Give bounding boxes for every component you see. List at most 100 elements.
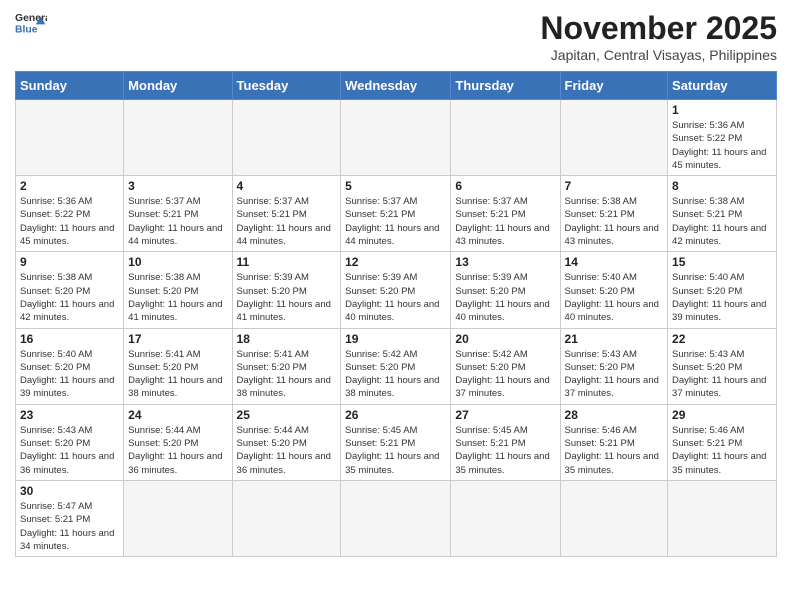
logo: General Blue <box>15 10 47 38</box>
calendar-cell <box>451 100 560 176</box>
calendar-cell: 21 Sunrise: 5:43 AMSunset: 5:20 PMDayligh… <box>560 328 668 404</box>
month-title: November 2025 <box>540 10 777 47</box>
calendar-cell: 11 Sunrise: 5:39 AMSunset: 5:20 PMDayligh… <box>232 252 341 328</box>
calendar-cell: 22 Sunrise: 5:43 AMSunset: 5:20 PMDayligh… <box>668 328 777 404</box>
day-info: Sunrise: 5:41 AMSunset: 5:20 PMDaylight:… <box>128 348 227 401</box>
calendar-week-1: 1Sunrise: 5:36 AMSunset: 5:22 PMDaylight… <box>16 100 777 176</box>
calendar-week-2: 2 Sunrise: 5:36 AMSunset: 5:22 PMDaylight… <box>16 176 777 252</box>
day-info: Sunrise: 5:46 AMSunset: 5:21 PMDaylight:… <box>565 424 664 477</box>
weekday-header-sunday: Sunday <box>16 72 124 100</box>
day-number: 24 <box>128 408 227 422</box>
day-number: 20 <box>455 332 555 346</box>
calendar-cell: 5Sunrise: 5:37 AMSunset: 5:21 PMDaylight… <box>341 176 451 252</box>
day-number: 16 <box>20 332 119 346</box>
day-number: 30 <box>20 484 119 498</box>
calendar-cell: 2 Sunrise: 5:36 AMSunset: 5:22 PMDaylight… <box>16 176 124 252</box>
day-number: 12 <box>345 255 446 269</box>
day-info: Sunrise: 5:40 AMSunset: 5:20 PMDaylight:… <box>672 271 772 324</box>
day-number: 17 <box>128 332 227 346</box>
day-info: Sunrise: 5:44 AMSunset: 5:20 PMDaylight:… <box>237 424 337 477</box>
calendar-week-3: 9 Sunrise: 5:38 AMSunset: 5:20 PMDaylight… <box>16 252 777 328</box>
calendar-cell: 25 Sunrise: 5:44 AMSunset: 5:20 PMDayligh… <box>232 404 341 480</box>
day-info: Sunrise: 5:36 AMSunset: 5:22 PMDaylight:… <box>20 195 119 248</box>
weekday-header-row: SundayMondayTuesdayWednesdayThursdayFrid… <box>16 72 777 100</box>
title-block: November 2025 Japitan, Central Visayas, … <box>540 10 777 63</box>
day-info: Sunrise: 5:38 AMSunset: 5:20 PMDaylight:… <box>20 271 119 324</box>
calendar-cell <box>16 100 124 176</box>
calendar-cell: 27 Sunrise: 5:45 AMSunset: 5:21 PMDayligh… <box>451 404 560 480</box>
calendar-week-5: 23Sunrise: 5:43 AMSunset: 5:20 PMDayligh… <box>16 404 777 480</box>
day-info: Sunrise: 5:43 AMSunset: 5:20 PMDaylight:… <box>20 424 119 477</box>
calendar-cell: 19 Sunrise: 5:42 AMSunset: 5:20 PMDayligh… <box>341 328 451 404</box>
svg-text:Blue: Blue <box>15 24 38 35</box>
day-number: 2 <box>20 179 119 193</box>
weekday-header-friday: Friday <box>560 72 668 100</box>
calendar-week-6: 30 Sunrise: 5:47 AMSunset: 5:21 PMDayligh… <box>16 480 777 556</box>
day-info: Sunrise: 5:38 AMSunset: 5:20 PMDaylight:… <box>128 271 227 324</box>
day-info: Sunrise: 5:37 AMSunset: 5:21 PMDaylight:… <box>345 195 446 248</box>
day-info: Sunrise: 5:39 AMSunset: 5:20 PMDaylight:… <box>455 271 555 324</box>
day-info: Sunrise: 5:39 AMSunset: 5:20 PMDaylight:… <box>237 271 337 324</box>
day-info: Sunrise: 5:42 AMSunset: 5:20 PMDaylight:… <box>455 348 555 401</box>
day-number: 19 <box>345 332 446 346</box>
day-number: 28 <box>565 408 664 422</box>
calendar-cell: 8Sunrise: 5:38 AMSunset: 5:21 PMDaylight… <box>668 176 777 252</box>
weekday-header-monday: Monday <box>124 72 232 100</box>
calendar-cell: 15 Sunrise: 5:40 AMSunset: 5:20 PMDayligh… <box>668 252 777 328</box>
calendar-cell <box>451 480 560 556</box>
calendar-cell <box>560 100 668 176</box>
calendar-cell: 29Sunrise: 5:46 AMSunset: 5:21 PMDayligh… <box>668 404 777 480</box>
day-number: 22 <box>672 332 772 346</box>
day-info: Sunrise: 5:40 AMSunset: 5:20 PMDaylight:… <box>20 348 119 401</box>
day-number: 4 <box>237 179 337 193</box>
day-info: Sunrise: 5:43 AMSunset: 5:20 PMDaylight:… <box>672 348 772 401</box>
day-info: Sunrise: 5:37 AMSunset: 5:21 PMDaylight:… <box>455 195 555 248</box>
calendar-cell: 16 Sunrise: 5:40 AMSunset: 5:20 PMDayligh… <box>16 328 124 404</box>
page-header: General Blue November 2025 Japitan, Cent… <box>15 10 777 63</box>
calendar-cell: 7 Sunrise: 5:38 AMSunset: 5:21 PMDaylight… <box>560 176 668 252</box>
calendar-cell <box>232 100 341 176</box>
weekday-header-wednesday: Wednesday <box>341 72 451 100</box>
day-info: Sunrise: 5:36 AMSunset: 5:22 PMDaylight:… <box>672 119 772 172</box>
day-info: Sunrise: 5:38 AMSunset: 5:21 PMDaylight:… <box>565 195 664 248</box>
calendar-cell: 23Sunrise: 5:43 AMSunset: 5:20 PMDayligh… <box>16 404 124 480</box>
calendar-cell: 3Sunrise: 5:37 AMSunset: 5:21 PMDaylight… <box>124 176 232 252</box>
calendar-cell: 9 Sunrise: 5:38 AMSunset: 5:20 PMDaylight… <box>16 252 124 328</box>
day-number: 7 <box>565 179 664 193</box>
day-number: 10 <box>128 255 227 269</box>
day-info: Sunrise: 5:45 AMSunset: 5:21 PMDaylight:… <box>455 424 555 477</box>
day-number: 18 <box>237 332 337 346</box>
calendar-cell: 10 Sunrise: 5:38 AMSunset: 5:20 PMDayligh… <box>124 252 232 328</box>
day-info: Sunrise: 5:47 AMSunset: 5:21 PMDaylight:… <box>20 500 119 553</box>
weekday-header-thursday: Thursday <box>451 72 560 100</box>
day-info: Sunrise: 5:45 AMSunset: 5:21 PMDaylight:… <box>345 424 446 477</box>
calendar-cell: 17 Sunrise: 5:41 AMSunset: 5:20 PMDayligh… <box>124 328 232 404</box>
calendar-cell: 12Sunrise: 5:39 AMSunset: 5:20 PMDayligh… <box>341 252 451 328</box>
day-info: Sunrise: 5:44 AMSunset: 5:20 PMDaylight:… <box>128 424 227 477</box>
day-number: 13 <box>455 255 555 269</box>
calendar-cell: 4 Sunrise: 5:37 AMSunset: 5:21 PMDaylight… <box>232 176 341 252</box>
day-number: 21 <box>565 332 664 346</box>
calendar-cell: 24 Sunrise: 5:44 AMSunset: 5:20 PMDayligh… <box>124 404 232 480</box>
day-info: Sunrise: 5:40 AMSunset: 5:20 PMDaylight:… <box>565 271 664 324</box>
calendar-cell: 13 Sunrise: 5:39 AMSunset: 5:20 PMDayligh… <box>451 252 560 328</box>
location: Japitan, Central Visayas, Philippines <box>540 47 777 63</box>
day-info: Sunrise: 5:42 AMSunset: 5:20 PMDaylight:… <box>345 348 446 401</box>
day-number: 27 <box>455 408 555 422</box>
day-number: 11 <box>237 255 337 269</box>
calendar-cell <box>124 100 232 176</box>
day-number: 15 <box>672 255 772 269</box>
weekday-header-saturday: Saturday <box>668 72 777 100</box>
calendar-cell: 20 Sunrise: 5:42 AMSunset: 5:20 PMDayligh… <box>451 328 560 404</box>
day-number: 6 <box>455 179 555 193</box>
calendar-cell <box>668 480 777 556</box>
day-info: Sunrise: 5:41 AMSunset: 5:20 PMDaylight:… <box>237 348 337 401</box>
day-number: 25 <box>237 408 337 422</box>
calendar-week-4: 16 Sunrise: 5:40 AMSunset: 5:20 PMDayligh… <box>16 328 777 404</box>
day-info: Sunrise: 5:43 AMSunset: 5:20 PMDaylight:… <box>565 348 664 401</box>
day-number: 9 <box>20 255 119 269</box>
calendar-cell: 14Sunrise: 5:40 AMSunset: 5:20 PMDayligh… <box>560 252 668 328</box>
day-info: Sunrise: 5:37 AMSunset: 5:21 PMDaylight:… <box>237 195 337 248</box>
day-number: 8 <box>672 179 772 193</box>
calendar-table: SundayMondayTuesdayWednesdayThursdayFrid… <box>15 71 777 557</box>
